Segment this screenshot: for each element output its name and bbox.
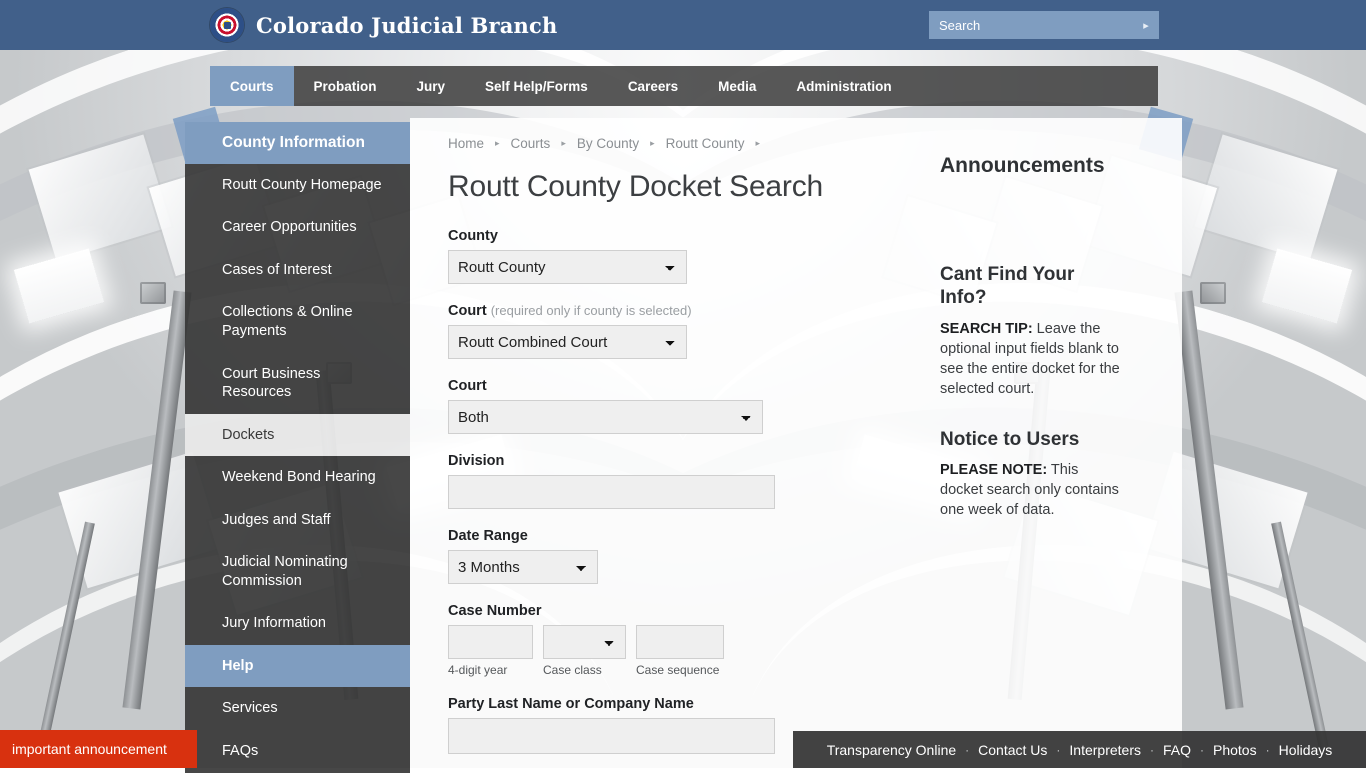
sidebar-item-faqs[interactable]: FAQs [185,730,410,773]
sidebar-item-judicial-nominating-commission[interactable]: Judicial Nominating Commission [185,541,410,602]
breadcrumb-item-courts[interactable]: Courts [511,136,551,151]
footer-separator-icon: · [1200,743,1204,757]
footer-link-photos[interactable]: Photos [1213,742,1257,758]
footer-separator-icon: · [1266,743,1270,757]
party-input[interactable] [448,718,775,754]
announcement-title-cant-find-your-info: Cant Find Your Info? [940,264,1124,310]
case-year-hint: 4-digit year [448,663,533,677]
court-field: Court (required only if county is select… [448,303,932,359]
sidebar-item-routt-county-homepage[interactable]: Routt County Homepage [185,164,410,207]
announcement-lead-search-tip: SEARCH TIP: [940,321,1033,337]
division-label: Division [448,453,932,469]
sidebar-item-judges-and-staff[interactable]: Judges and Staff [185,499,410,542]
case-class-group: Case class [543,625,626,677]
sidebar-item-jury-information[interactable]: Jury Information [185,602,410,645]
case-number-row: 4-digit year Case class Case sequence [448,625,932,677]
case-sequence-group: Case sequence [636,625,724,677]
court-label: Court (required only if county is select… [448,303,932,319]
case-year-group: 4-digit year [448,625,533,677]
sidebar-item-cases-of-interest[interactable]: Cases of Interest [185,249,410,292]
brand-title: Colorado Judicial Branch [256,13,557,38]
county-select[interactable]: Routt County [448,250,687,284]
footer-link-transparency-online[interactable]: Transparency Online [827,742,956,758]
date-range-field: Date Range 3 Months [448,528,932,584]
footer-link-faq[interactable]: FAQ [1163,742,1191,758]
nav-item-media[interactable]: Media [698,66,776,106]
case-sequence-hint: Case sequence [636,663,724,677]
chevron-right-icon: ▸ [495,138,500,149]
division-field: Division [448,453,932,509]
sidebar-item-collections-online-payments[interactable]: Collections & Online Payments [185,291,410,352]
footer-link-contact-us[interactable]: Contact Us [978,742,1047,758]
announcement-title-notice-to-users: Notice to Users [940,429,1124,452]
colorado-courts-seal-icon [210,8,244,42]
brand[interactable]: Colorado Judicial Branch [210,0,557,50]
sidebar-item-help[interactable]: Help [185,645,410,688]
county-field: County Routt County [448,228,932,284]
page-title: Routt County Docket Search [448,170,823,204]
court-type-select[interactable]: Both [448,400,763,434]
chevron-right-icon: ▸ [561,138,566,149]
footer-link-interpreters[interactable]: Interpreters [1069,742,1141,758]
site-header: Colorado Judicial Branch ▸ [0,0,1366,50]
sidebar-item-weekend-bond-hearing[interactable]: Weekend Bond Hearing [185,456,410,499]
sidebar-item-dockets[interactable]: Dockets [185,414,410,457]
court-select[interactable]: Routt Combined Court [448,325,687,359]
footer-separator-icon: · [965,743,969,757]
announcements-heading: Announcements [940,154,1124,178]
court-type-label: Court [448,378,932,394]
announcement-body-search-tip: SEARCH TIP: Leave the optional input fie… [940,319,1124,399]
important-announcement-banner[interactable]: important announcement [0,730,197,768]
search-box[interactable]: ▸ [929,11,1159,39]
sidebar-item-services[interactable]: Services [185,687,410,730]
footer-link-holidays[interactable]: Holidays [1279,742,1333,758]
nav-item-careers[interactable]: Careers [608,66,698,106]
date-range-label: Date Range [448,528,932,544]
announcements-column: Announcements Cant Find Your Info? SEARC… [932,154,1182,550]
footer-separator-icon: · [1056,743,1060,757]
nav-item-self-help-forms[interactable]: Self Help/Forms [465,66,608,106]
chevron-right-icon: ▸ [755,138,760,149]
chevron-right-icon: ▸ [650,138,655,149]
search-submit-icon[interactable]: ▸ [1133,11,1159,39]
case-year-input[interactable] [448,625,533,659]
docket-search-form: County Routt County Court (required only… [448,228,932,768]
date-range-select[interactable]: 3 Months [448,550,598,584]
case-sequence-input[interactable] [636,625,724,659]
sidebar-item-court-business-resources[interactable]: Court Business Resources [185,353,410,414]
breadcrumb: Home ▸ Courts ▸ By County ▸ Routt County… [448,136,760,151]
announcement-lead-please-note: PLEASE NOTE: [940,462,1047,478]
breadcrumb-item-routt-county[interactable]: Routt County [666,136,745,151]
breadcrumb-item-home[interactable]: Home [448,136,484,151]
nav-item-administration[interactable]: Administration [776,66,911,106]
court-label-hint: (required only if county is selected) [491,303,692,318]
primary-nav: Courts Probation Jury Self Help/Forms Ca… [210,66,1158,106]
county-sidebar: County Information Routt County Homepage… [185,122,410,768]
nav-item-jury[interactable]: Jury [397,66,466,106]
sidebar-item-career-opportunities[interactable]: Career Opportunities [185,206,410,249]
case-number-field: Case Number 4-digit year Case class Case… [448,603,932,677]
content-panel: Home ▸ Courts ▸ By County ▸ Routt County… [410,118,1182,768]
breadcrumb-item-by-county[interactable]: By County [577,136,639,151]
party-label: Party Last Name or Company Name [448,696,932,712]
footer-separator-icon: · [1150,743,1154,757]
court-type-field: Court Both [448,378,932,434]
announcement-body-please-note: PLEASE NOTE: This docket search only con… [940,460,1124,520]
case-number-label: Case Number [448,603,932,619]
nav-item-courts[interactable]: Courts [210,66,294,106]
sidebar-item-county-information[interactable]: County Information [185,122,410,164]
footer-bar: Transparency Online · Contact Us · Inter… [793,731,1366,768]
search-input[interactable] [929,11,1133,39]
division-input[interactable] [448,475,775,509]
county-label: County [448,228,932,244]
court-label-text: Court [448,303,487,319]
case-class-select[interactable] [543,625,626,659]
case-class-hint: Case class [543,663,626,677]
nav-item-probation[interactable]: Probation [294,66,397,106]
